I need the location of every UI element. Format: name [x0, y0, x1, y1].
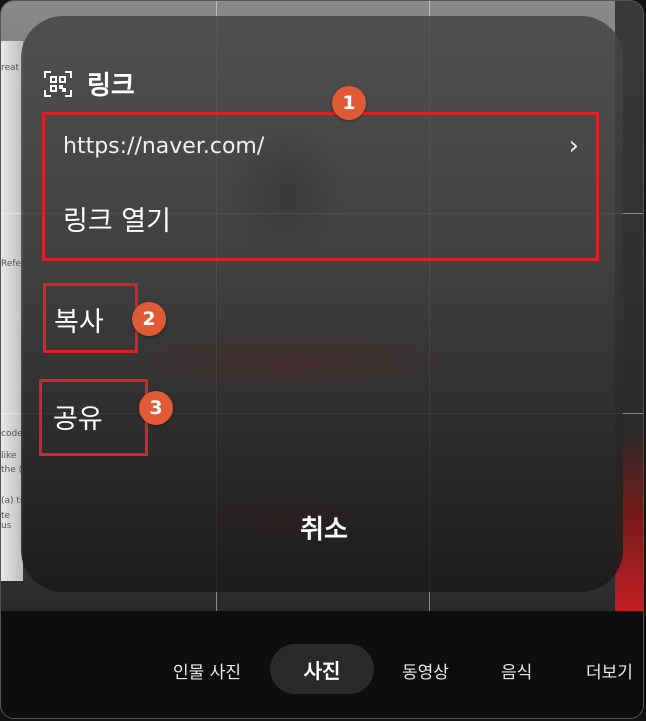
bg-text: the (	[1, 465, 23, 475]
cancel-button[interactable]: 취소	[1, 509, 643, 546]
annotation-badge-2: 2	[132, 302, 166, 336]
mode-portrait[interactable]: 인물 사진	[173, 658, 241, 683]
mode-video[interactable]: 동영상	[402, 658, 449, 683]
sheet-header: 링크	[43, 65, 135, 102]
annotation-badge-1: 1	[332, 86, 366, 120]
camera-mode-bar: 인물 사진 사진 동영상 음식 더보기	[1, 611, 643, 718]
annotation-box-2	[43, 283, 138, 353]
bg-text: like	[1, 451, 17, 461]
annotation-box-1	[42, 112, 599, 261]
bg-text: reat	[1, 63, 20, 73]
bg-text: Refe	[1, 259, 22, 269]
bg-text: code	[1, 429, 23, 439]
mode-photo[interactable]: 사진	[270, 644, 374, 694]
screen-frame: reat Refe code like the ( (a) ti te us 링…	[0, 0, 644, 719]
background-document: reat Refe code like the ( (a) ti te us	[1, 41, 23, 581]
sheet-title: 링크	[87, 71, 135, 101]
mode-more[interactable]: 더보기	[586, 658, 633, 683]
qr-scan-icon	[43, 69, 73, 99]
bg-text: (a) ti	[1, 496, 23, 506]
mode-food[interactable]: 음식	[501, 658, 532, 683]
annotation-badge-3: 3	[139, 391, 173, 425]
annotation-box-3	[39, 379, 148, 456]
